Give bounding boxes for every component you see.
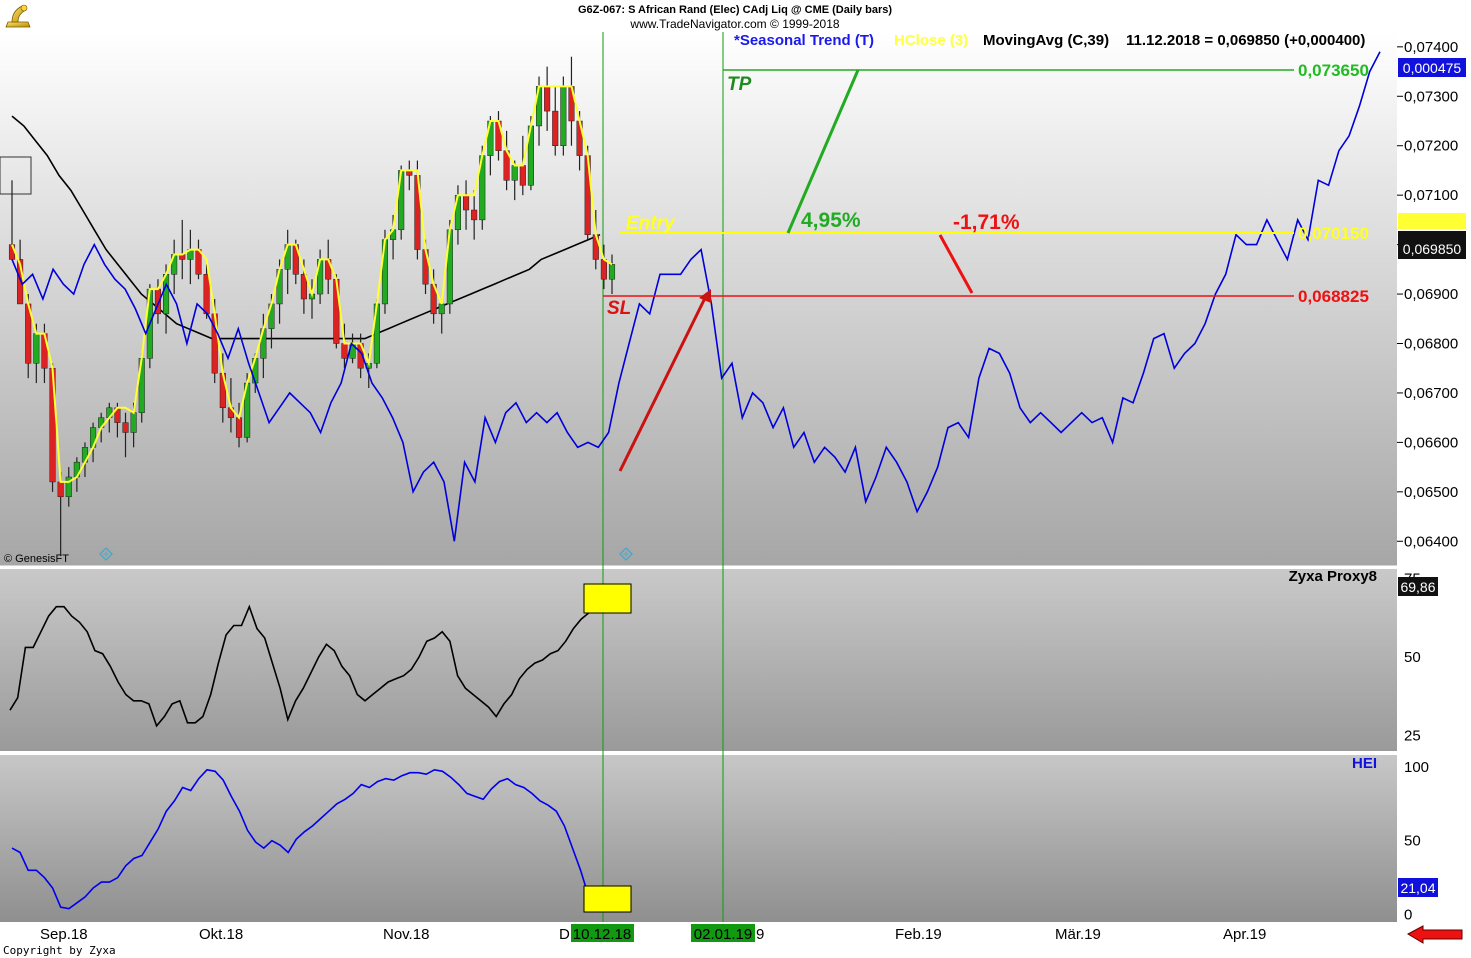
hei-ytick: 50 <box>1404 833 1421 850</box>
chart-subtitle: www.TradeNavigator.com © 1999-2018 <box>629 17 839 31</box>
xtick-feb: Feb.19 <box>895 926 942 943</box>
chart-canvas: G6Z-067: S African Rand (Elec) CAdj Liq … <box>0 2 1471 957</box>
zyxa-y-axis: 755025 <box>1404 570 1421 744</box>
entry-value: 0,070150 <box>1298 224 1369 243</box>
copyright: Copyright by Zyxa <box>3 944 116 957</box>
legend-hclose: HClose (3) <box>894 32 968 49</box>
price-ytick: 0,06900 <box>1404 286 1458 303</box>
xtick-jan-tail: 9 <box>756 926 764 943</box>
hei-highlight-box <box>583 885 632 913</box>
zyxa-current-value: 69,86 <box>1400 579 1435 595</box>
legend-seasonal: *Seasonal Trend (T) <box>734 32 874 49</box>
price-ytick: 0,07300 <box>1404 88 1458 105</box>
price-ytick: 0,07200 <box>1404 138 1458 155</box>
xtick-okt: Okt.18 <box>199 926 243 943</box>
date-box-1-label: 10.12.18 <box>573 926 631 943</box>
top-box-value: 0,000475 <box>1403 60 1462 76</box>
xtick-dez: D <box>559 926 570 943</box>
loss-percent: -1,71% <box>953 211 1020 234</box>
zyxa-ytick: 50 <box>1404 649 1421 666</box>
scroll-left-arrow-icon[interactable] <box>1406 925 1463 944</box>
price-ytick: 0,06500 <box>1404 484 1458 501</box>
price-box-value: 0,069850 <box>1403 241 1462 257</box>
zyxa-ytick: 25 <box>1404 727 1421 744</box>
zyxa-highlight-box <box>583 583 632 614</box>
watermark: © GenesisFT <box>4 553 69 565</box>
zyxa-panel <box>0 569 1397 751</box>
logo-icon <box>3 2 34 30</box>
chart-title: G6Z-067: S African Rand (Elec) CAdj Liq … <box>578 4 892 16</box>
price-ytick: 0,07100 <box>1404 187 1458 204</box>
sl-label: SL <box>607 298 631 319</box>
price-ytick: 0,06800 <box>1404 336 1458 353</box>
price-ytick: 0,07400 <box>1404 39 1458 56</box>
gain-percent: 4,95% <box>801 209 861 232</box>
price-y-axis: 0,074000,073000,072000,071000,070000,069… <box>1397 39 1458 550</box>
entry-axis-box <box>1398 213 1466 229</box>
hei-ytick: 0 <box>1404 907 1412 924</box>
legend-reading: 11.12.2018 = 0,069850 (+0,000400) <box>1126 32 1365 49</box>
entry-label: Entry <box>626 213 676 234</box>
price-ytick: 0,06400 <box>1404 533 1458 550</box>
hei-ytick: 100 <box>1404 759 1429 776</box>
date-box-2-label: 02.01.19 <box>694 926 752 943</box>
tp-label: TP <box>727 74 752 95</box>
candle <box>560 76 567 156</box>
hei-y-axis: 100 50 0 <box>1404 759 1429 924</box>
sl-value: 0,068825 <box>1298 287 1369 306</box>
price-ytick: 0,06700 <box>1404 385 1458 402</box>
xtick-mar: Mär.19 <box>1055 926 1101 943</box>
xtick-sep: Sep.18 <box>40 926 88 943</box>
hei-name: HEI <box>1352 755 1377 772</box>
hei-panel <box>0 755 1397 922</box>
price-ytick: 0,06600 <box>1404 434 1458 451</box>
tp-value: 0,073650 <box>1298 61 1369 80</box>
price-axis-box <box>1398 231 1466 239</box>
zyxa-name: Zyxa Proxy8 <box>1289 568 1377 585</box>
hei-current-value: 21,04 <box>1400 880 1435 896</box>
xtick-apr: Apr.19 <box>1223 926 1266 943</box>
legend-ma: MovingAvg (C,39) <box>983 32 1109 49</box>
xtick-nov: Nov.18 <box>383 926 429 943</box>
